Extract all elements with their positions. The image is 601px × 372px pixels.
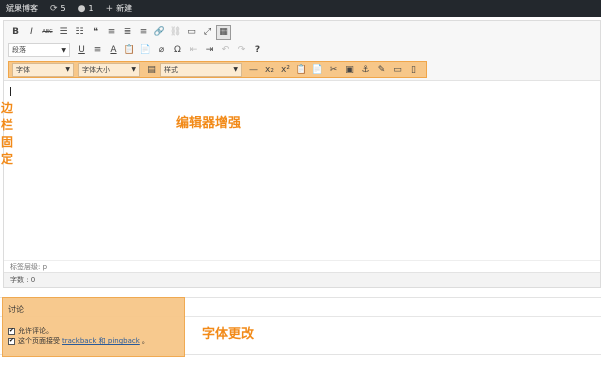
- unlink-icon[interactable]: ⛓: [168, 25, 183, 40]
- copy-button[interactable]: 📋: [294, 62, 309, 77]
- style-icon[interactable]: ▤: [144, 62, 159, 77]
- bullet-list-button[interactable]: ☰: [56, 25, 71, 40]
- editor-enhance-callout: 编辑器增强: [176, 116, 242, 131]
- plus-icon: +: [105, 3, 114, 14]
- fullscreen-button[interactable]: ⤢: [200, 25, 215, 40]
- paste-word-button[interactable]: 📄: [138, 43, 153, 58]
- highlight-color-button[interactable]: ✎: [374, 62, 389, 77]
- editor-content-area[interactable]: 编辑器增强 边栏固定: [1, 82, 600, 262]
- allow-trackbacks-row: ✔ 这个页面接受 trackback 和 pingback 。: [8, 336, 149, 346]
- font-size-value: 字体大小: [82, 65, 110, 74]
- bold-button[interactable]: B: [8, 25, 23, 40]
- new-content-link[interactable]: + 新建: [100, 0, 139, 17]
- comments-count: 1: [88, 4, 94, 13]
- text-color-button[interactable]: A: [106, 43, 121, 58]
- discussion-title: 讨论: [8, 305, 24, 314]
- strikethrough-button[interactable]: ABC: [40, 25, 55, 40]
- help-icon[interactable]: ?: [250, 43, 265, 58]
- allow-trackbacks-checkbox[interactable]: ✔: [8, 337, 15, 345]
- indent-button[interactable]: ⇥: [202, 43, 217, 58]
- site-name-label: 斌果博客: [6, 4, 38, 13]
- justify-button[interactable]: ≡: [90, 43, 105, 58]
- align-right-button[interactable]: ≡: [136, 25, 151, 40]
- subscript-button[interactable]: x₂: [262, 62, 277, 77]
- undo-button[interactable]: ↶: [218, 43, 233, 58]
- paste-text-button[interactable]: 📋: [122, 43, 137, 58]
- toolbar-toggle-button[interactable]: ▦: [216, 24, 231, 40]
- refresh-icon: ⟳: [50, 3, 58, 14]
- text-cursor: [10, 87, 11, 96]
- admin-bar: 斌果博客 ⟳ 5 ● 1 + 新建: [0, 0, 601, 17]
- element-path: 标签层级: p: [4, 260, 600, 272]
- layer-button[interactable]: ▭: [390, 62, 405, 77]
- sidebar-fixed-callout: 边栏固定: [1, 101, 14, 166]
- italic-button[interactable]: I: [24, 25, 39, 40]
- word-count: 字数 : 0: [4, 272, 600, 287]
- redo-button[interactable]: ↷: [234, 43, 249, 58]
- paste-button[interactable]: 📄: [310, 62, 325, 77]
- chevron-down-icon: ▼: [131, 66, 136, 73]
- align-left-button[interactable]: ≡: [104, 25, 119, 40]
- new-label: 新建: [116, 4, 133, 13]
- comments-link[interactable]: ● 1: [72, 0, 100, 17]
- format-select-value: 段落: [12, 46, 26, 54]
- trackback-link[interactable]: trackback 和 pingback: [62, 336, 140, 346]
- special-char-button[interactable]: Ω: [170, 43, 185, 58]
- font-size-select[interactable]: 字体大小 ▼: [78, 62, 140, 77]
- chevron-down-icon: ▼: [65, 66, 70, 73]
- allow-trackbacks-suffix: 。: [141, 337, 149, 345]
- page-break-button[interactable]: ▯: [406, 62, 421, 77]
- site-name-link[interactable]: 斌果博客: [0, 0, 44, 17]
- more-tag-button[interactable]: ▭: [184, 25, 199, 40]
- font-family-value: 字体: [16, 65, 30, 74]
- superscript-button[interactable]: x²: [278, 62, 293, 77]
- font-family-select[interactable]: 字体 ▼: [12, 62, 74, 77]
- style-select-value: 样式: [164, 65, 178, 74]
- cut-button[interactable]: ✂: [326, 62, 341, 77]
- allow-comments-checkbox[interactable]: ✔: [8, 327, 15, 335]
- image-button[interactable]: ▣: [342, 62, 357, 77]
- updates-link[interactable]: ⟳ 5: [44, 0, 72, 17]
- underline-button[interactable]: U: [74, 43, 89, 58]
- font-change-callout: 字体更改: [202, 327, 255, 342]
- chevron-down-icon: ▼: [233, 66, 238, 73]
- link-icon[interactable]: 🔗: [152, 25, 167, 40]
- post-editor: B I ABC ☰ ☷ ❝ ≡ ≣ ≡ 🔗 ⛓ ▭ ⤢ ▦ 段落 ▼ U ≡ A…: [1, 20, 601, 288]
- allow-comments-row: ✔ 允许评论。: [8, 326, 53, 336]
- updates-count: 5: [60, 4, 66, 13]
- numbered-list-button[interactable]: ☷: [72, 25, 87, 40]
- allow-comments-label: 允许评论。: [18, 327, 53, 335]
- editor-toolbar: B I ABC ☰ ☷ ❝ ≡ ≣ ≡ 🔗 ⛓ ▭ ⤢ ▦ 段落 ▼ U ≡ A…: [4, 21, 600, 81]
- anchor-button[interactable]: ⚓: [358, 62, 373, 77]
- horizontal-rule-button[interactable]: —: [246, 62, 261, 77]
- format-select[interactable]: 段落 ▼: [8, 43, 70, 57]
- toolbar-row-1: B I ABC ☰ ☷ ❝ ≡ ≣ ≡ 🔗 ⛓ ▭ ⤢ ▦: [8, 24, 232, 40]
- toolbar-row-3-enhanced: 字体 ▼ 字体大小 ▼ ▤ 样式 ▼ — x₂ x² 📋 📄 ✂ ▣ ⚓ ✎ ▭…: [8, 61, 427, 78]
- comment-icon: ●: [77, 3, 86, 14]
- clear-format-button[interactable]: ⌀: [154, 43, 169, 58]
- toolbar-row-2: 段落 ▼ U ≡ A 📋 📄 ⌀ Ω ⇤ ⇥ ↶ ↷ ?: [8, 42, 266, 58]
- style-select[interactable]: 样式 ▼: [160, 62, 242, 77]
- discussion-box: 讨论 ✔ 允许评论。 ✔ 这个页面接受 trackback 和 pingback…: [0, 297, 601, 357]
- outdent-button[interactable]: ⇤: [186, 43, 201, 58]
- align-center-button[interactable]: ≣: [120, 25, 135, 40]
- chevron-down-icon: ▼: [61, 46, 66, 54]
- allow-trackbacks-prefix: 这个页面接受: [18, 337, 60, 345]
- blockquote-button[interactable]: ❝: [88, 25, 103, 40]
